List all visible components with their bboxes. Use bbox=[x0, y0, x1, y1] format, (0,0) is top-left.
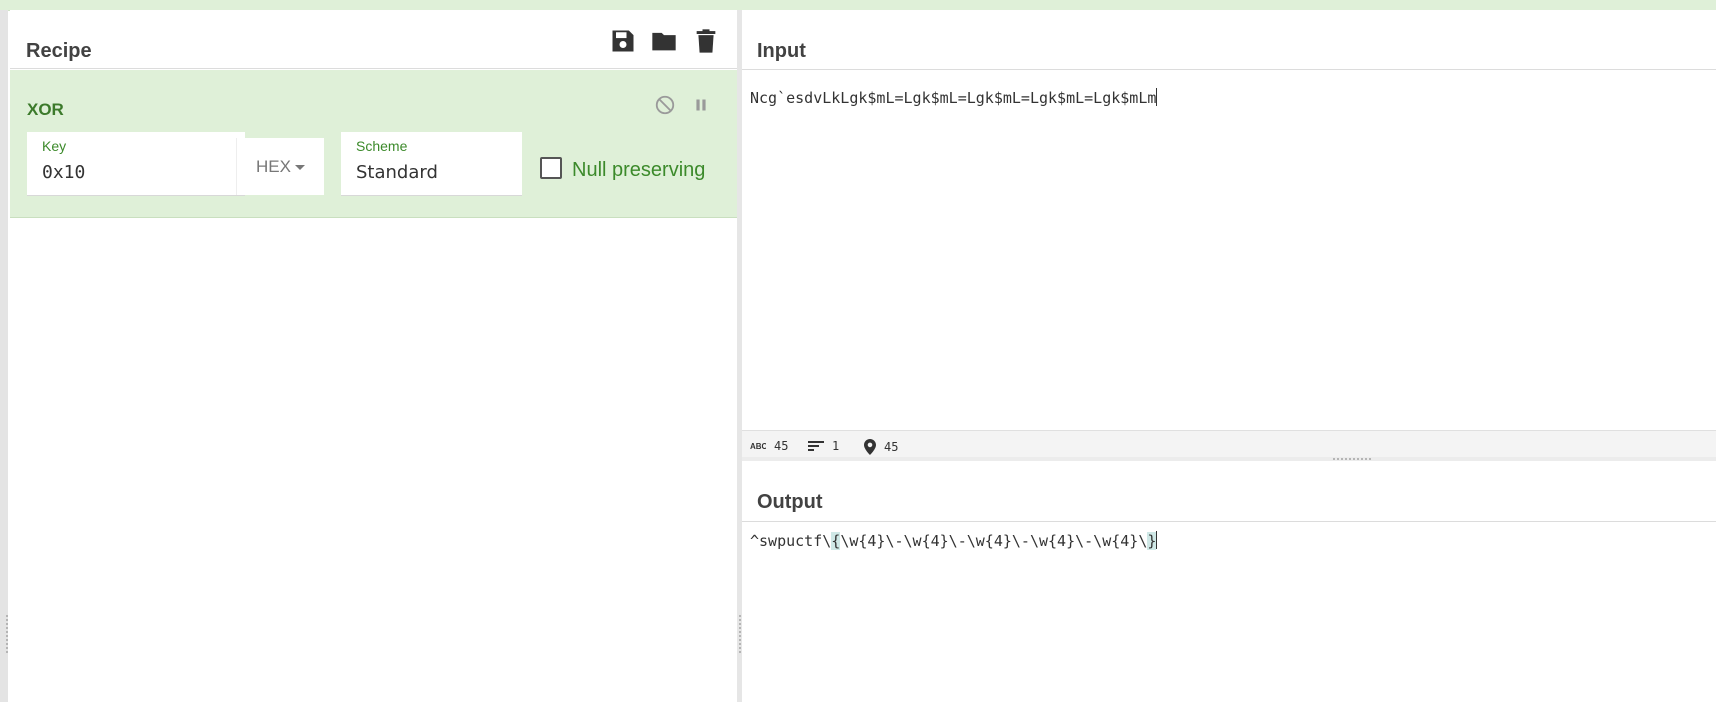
scheme-select[interactable]: Standard bbox=[356, 162, 438, 183]
output-text-area[interactable]: ^swpuctf\{\w{4}\-\w{4}\-\w{4}\-\w{4}\-\w… bbox=[750, 531, 1158, 550]
line-count-value: 1 bbox=[832, 439, 840, 453]
char-count-value: 45 bbox=[774, 439, 789, 453]
folder-icon[interactable] bbox=[650, 27, 678, 55]
scheme-field[interactable]: Scheme Standard bbox=[341, 132, 522, 196]
output-cursor bbox=[1156, 531, 1158, 549]
key-format-dropdown[interactable]: HEX bbox=[236, 138, 324, 195]
output-bracket-open: { bbox=[831, 532, 841, 550]
lines-icon bbox=[808, 441, 824, 451]
horizontal-resize-handle[interactable] bbox=[1333, 458, 1373, 460]
input-text: Ncg`esdvLkLgk$mL=Lgk$mL=Lgk$mL=Lgk$mL=Lg… bbox=[750, 89, 1157, 107]
scheme-label: Scheme bbox=[356, 138, 408, 154]
abc-icon: ABC bbox=[750, 442, 766, 451]
input-title: Input bbox=[757, 40, 806, 62]
output-text-start: ^swpuctf\ bbox=[750, 532, 832, 550]
trash-icon[interactable] bbox=[692, 27, 720, 55]
text-cursor bbox=[1156, 88, 1158, 106]
key-label: Key bbox=[42, 138, 67, 154]
pause-icon[interactable] bbox=[690, 94, 712, 116]
left-resize-handle[interactable] bbox=[6, 615, 8, 655]
key-field[interactable]: Key 0x10 bbox=[27, 132, 245, 196]
left-edge bbox=[0, 10, 8, 702]
caret-down-icon bbox=[294, 165, 305, 170]
input-header: Input bbox=[742, 10, 1716, 70]
recipe-header: Recipe bbox=[10, 10, 737, 69]
output-panel: Output ^swpuctf\{\w{4}\-\w{4}\-\w{4}\-\w… bbox=[742, 461, 1716, 702]
char-count: ABC 45 bbox=[750, 439, 788, 453]
output-bracket-close: } bbox=[1147, 532, 1157, 550]
cursor-position: 45 bbox=[864, 439, 898, 455]
line-count: 1 bbox=[808, 439, 839, 453]
input-textarea[interactable]: Ncg`esdvLkLgk$mL=Lgk$mL=Lgk$mL=Lgk$mL=Lg… bbox=[750, 88, 1158, 107]
input-panel: Input Ncg`esdvLkLgk$mL=Lgk$mL=Lgk$mL=Lgk… bbox=[742, 10, 1716, 461]
vertical-resize-handle[interactable] bbox=[739, 615, 741, 655]
output-header: Output bbox=[742, 461, 1716, 522]
key-input[interactable]: 0x10 bbox=[42, 162, 85, 183]
save-icon[interactable] bbox=[609, 27, 637, 55]
location-pin-icon bbox=[864, 439, 876, 455]
output-title: Output bbox=[757, 491, 823, 513]
cursor-position-value: 45 bbox=[884, 440, 899, 454]
output-text-middle: \w{4}\-\w{4}\-\w{4}\-\w{4}\-\w{4}\ bbox=[840, 532, 1148, 550]
svg-text:ABC: ABC bbox=[750, 442, 766, 451]
recipe-panel: Recipe XOR Key 0x10 HEX Scheme Standard … bbox=[10, 10, 737, 702]
disable-icon[interactable] bbox=[654, 94, 676, 116]
null-preserving-checkbox[interactable] bbox=[540, 157, 562, 179]
operation-name: XOR bbox=[27, 100, 64, 119]
recipe-title: Recipe bbox=[26, 40, 92, 62]
key-format-label: HEX bbox=[256, 156, 291, 176]
null-preserving-label[interactable]: Null preserving bbox=[572, 159, 705, 182]
